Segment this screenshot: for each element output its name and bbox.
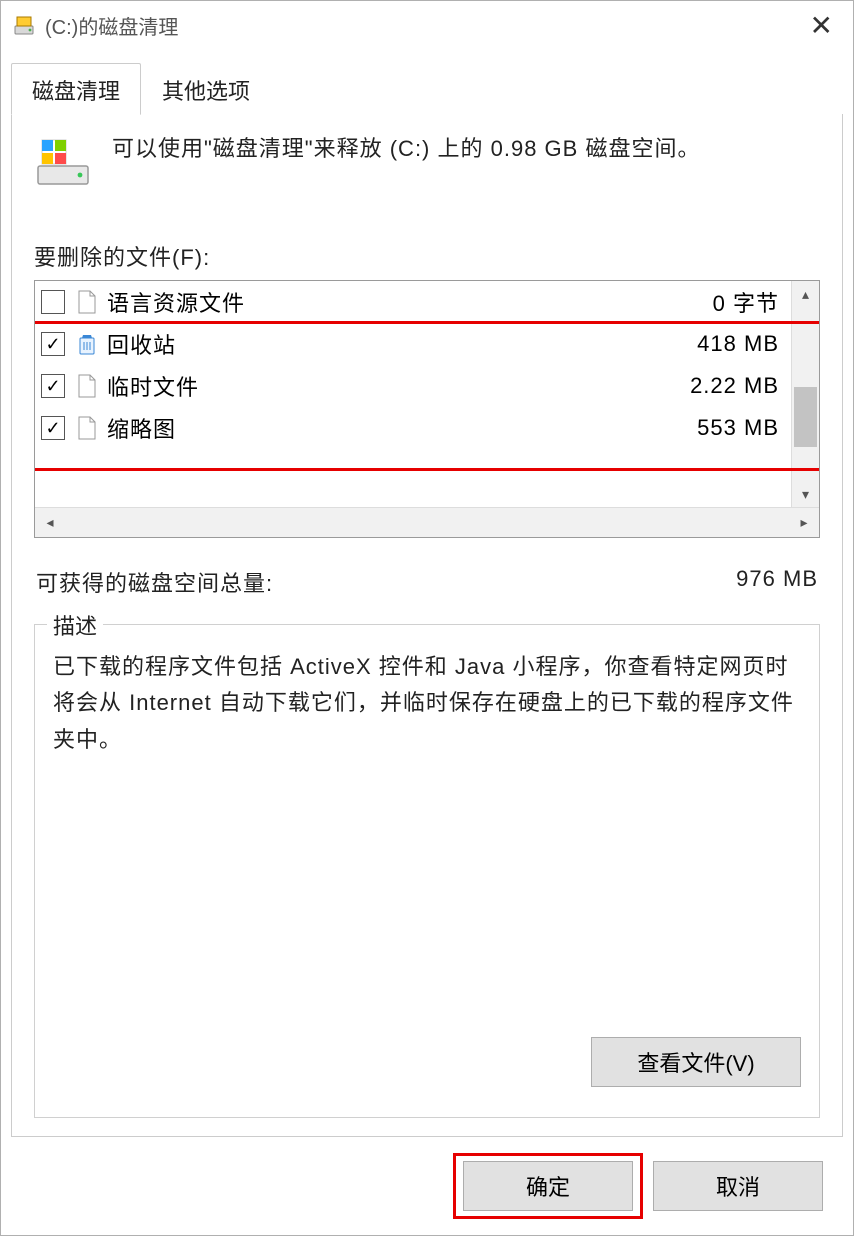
file-label: 回收站 xyxy=(107,328,697,360)
file-size: 553 MB xyxy=(697,415,783,441)
file-size: 2.22 MB xyxy=(690,373,783,399)
file-label: 缩略图 xyxy=(107,412,697,444)
scroll-left-button[interactable]: ◂ xyxy=(35,508,65,538)
checkbox[interactable] xyxy=(41,416,65,440)
description-group: 描述 已下载的程序文件包括 ActiveX 控件和 Java 小程序，你查看特定… xyxy=(34,624,820,1118)
file-list-items: 语言资源文件 0 字节 回收站 418 MB xyxy=(35,281,791,507)
file-label: 临时文件 xyxy=(107,370,690,402)
dialog-footer: 确定 取消 xyxy=(11,1137,843,1235)
gain-label: 可获得的磁盘空间总量: xyxy=(36,566,736,598)
scroll-down-button[interactable]: ▾ xyxy=(792,481,820,507)
cancel-button[interactable]: 取消 xyxy=(653,1161,823,1211)
drive-icon xyxy=(34,132,92,190)
gain-row: 可获得的磁盘空间总量: 976 MB xyxy=(36,566,818,598)
file-row-temp-files[interactable]: 临时文件 2.22 MB xyxy=(35,365,791,407)
file-size: 0 字节 xyxy=(713,286,783,318)
recycle-bin-icon xyxy=(75,332,99,356)
tab-disk-cleanup[interactable]: 磁盘清理 xyxy=(11,63,141,115)
file-row-language-resources[interactable]: 语言资源文件 0 字节 xyxy=(35,281,791,323)
tab-bar: 磁盘清理 其他选项 xyxy=(11,63,843,115)
file-label: 语言资源文件 xyxy=(107,286,713,318)
disk-cleanup-icon xyxy=(13,14,35,36)
window-title: (C:)的磁盘清理 xyxy=(45,11,802,40)
files-label: 要删除的文件(F): xyxy=(34,240,820,272)
file-row-recycle-bin[interactable]: 回收站 418 MB xyxy=(35,323,791,365)
file-size: 418 MB xyxy=(697,331,783,357)
intro-row: 可以使用"磁盘清理"来释放 (C:) 上的 0.98 GB 磁盘空间。 xyxy=(34,132,820,190)
checkbox[interactable] xyxy=(41,332,65,356)
disk-cleanup-dialog: (C:)的磁盘清理 ✕ 磁盘清理 其他选项 xyxy=(0,0,854,1236)
description-text: 已下载的程序文件包括 ActiveX 控件和 Java 小程序，你查看特定网页时… xyxy=(53,649,801,758)
horizontal-scrollbar[interactable]: ◂ ▸ xyxy=(35,507,819,537)
file-icon xyxy=(75,374,99,398)
titlebar: (C:)的磁盘清理 ✕ xyxy=(1,1,853,49)
file-icon xyxy=(75,416,99,440)
view-files-button[interactable]: 查看文件(V) xyxy=(591,1037,801,1087)
description-legend: 描述 xyxy=(47,609,103,641)
scroll-thumb[interactable] xyxy=(794,387,817,447)
content: 磁盘清理 其他选项 可以使用"磁盘清理"来释放 (C:) 上的 0.9 xyxy=(1,49,853,1235)
file-icon xyxy=(75,290,99,314)
scroll-track[interactable] xyxy=(65,508,789,537)
close-button[interactable]: ✕ xyxy=(802,9,841,42)
tab-other-options[interactable]: 其他选项 xyxy=(141,63,271,115)
checkbox[interactable] xyxy=(41,374,65,398)
file-row-thumbnails[interactable]: 缩略图 553 MB xyxy=(35,407,791,449)
ok-button[interactable]: 确定 xyxy=(463,1161,633,1211)
checkbox[interactable] xyxy=(41,290,65,314)
tab-pane: 可以使用"磁盘清理"来释放 (C:) 上的 0.98 GB 磁盘空间。 要删除的… xyxy=(11,114,843,1137)
file-list: 语言资源文件 0 字节 回收站 418 MB xyxy=(34,280,820,538)
intro-text: 可以使用"磁盘清理"来释放 (C:) 上的 0.98 GB 磁盘空间。 xyxy=(112,132,700,165)
gain-value: 976 MB xyxy=(736,566,818,598)
scroll-up-button[interactable]: ▴ xyxy=(792,281,820,307)
vertical-scrollbar[interactable]: ▴ ▾ xyxy=(791,281,819,507)
scroll-right-button[interactable]: ▸ xyxy=(789,508,819,538)
scroll-track[interactable] xyxy=(792,307,819,481)
